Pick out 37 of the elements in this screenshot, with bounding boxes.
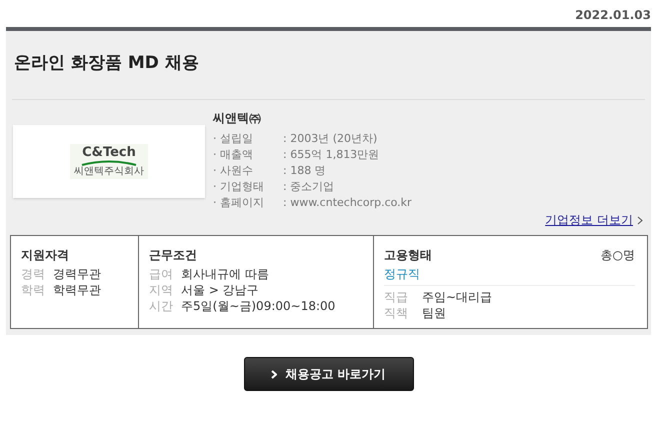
field-value: 팀원 <box>422 305 446 321</box>
fact-label: · 매출액 <box>213 147 254 163</box>
fact-label: · 사원수 <box>213 163 254 179</box>
company-name: 씨앤텍㈜ <box>213 110 262 127</box>
field-value: 주5일(월~금)09:00~18:00 <box>181 298 336 314</box>
field-label: 지역 <box>149 282 173 298</box>
fact-label: · 홈페이지 <box>213 195 265 211</box>
job-title: 온라인 화장품 MD 채용 <box>12 31 645 100</box>
fact-value: : 188 명 <box>283 163 326 179</box>
field-label: 직급 <box>384 289 409 305</box>
chevron-right-icon <box>637 216 643 224</box>
chevron-right-icon <box>271 370 278 378</box>
field-label: 직책 <box>384 305 409 321</box>
fact-value: : 중소기업 <box>283 179 334 195</box>
fact-value: : 655억 1,813만원 <box>283 147 380 163</box>
field-value: 경력무관 <box>53 266 101 282</box>
field-value: 주임~대리급 <box>422 289 492 305</box>
field-label: 급여 <box>149 266 173 282</box>
section-heading: 근무조건 <box>149 247 198 264</box>
field-label: 경력 <box>21 266 45 282</box>
fact-value: : www.cntechcorp.co.kr <box>283 195 412 211</box>
posting-date: 2022.01.03 <box>574 7 652 24</box>
section-heading: 지원자격 <box>21 247 70 264</box>
fact-label: · 기업형태 <box>213 179 265 195</box>
employment-type: 정규직 <box>384 266 421 282</box>
field-value: 학력무관 <box>53 282 101 298</box>
apply-button[interactable]: 채용공고 바로가기 <box>244 357 414 391</box>
company-info-link[interactable]: 기업정보 더보기 <box>545 212 633 228</box>
headcount: 총○명 <box>600 247 635 264</box>
field-label: 시간 <box>149 298 173 314</box>
fact-label: · 설립일 <box>213 131 254 147</box>
field-value: 회사내규에 따름 <box>181 266 269 282</box>
company-logo: C&Tech 씨앤텍주식회사 <box>70 144 148 179</box>
field-label: 학력 <box>21 282 45 298</box>
field-value: 서울 > 강남구 <box>181 282 259 298</box>
fact-value: : 2003년 (20년차) <box>283 131 378 147</box>
section-heading: 고용형태 <box>384 247 432 264</box>
